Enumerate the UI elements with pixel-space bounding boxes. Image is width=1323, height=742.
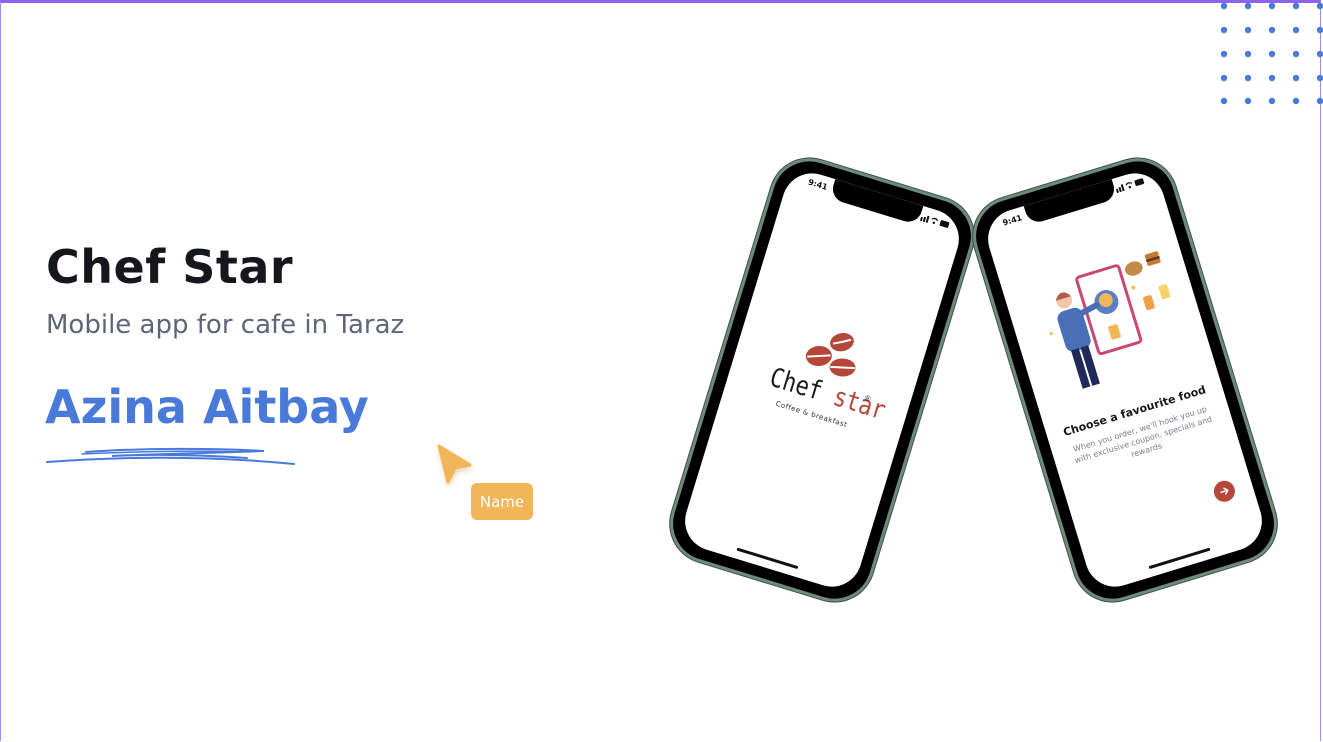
next-button[interactable] [1211,478,1238,505]
phone-frame: 9:41 Choose a favourite food When you or… [963,148,1287,612]
phone-mockup-splash: 9:41 Chef star ® Coffee & breakfast [660,148,984,612]
phone-notch [829,179,924,226]
phone-frame: 9:41 Chef star ® Coffee & breakfast [660,148,984,612]
underline-scribble [46,447,295,465]
phone-mockup-onboarding: 9:41 Choose a favourite food When you or… [963,148,1287,612]
status-battery-icon [1115,178,1145,194]
phone-notch [1023,179,1118,226]
status-time: 9:41 [807,177,829,192]
status-time: 9:41 [1001,213,1024,228]
home-indicator [736,547,799,570]
status-battery-icon [919,215,950,228]
project-title: Chef Star [46,240,294,294]
splash-screen: 9:41 Chef star ® Coffee & breakfast [677,165,967,595]
project-subtitle: Mobile app for cafe in Taraz [46,310,405,340]
home-indicator [1148,547,1211,570]
cursor-arrow-icon [437,444,472,484]
name-tag-label: Name [471,483,533,520]
dot-grid-decoration [1220,2,1323,105]
chef-star-logo: Chef star ® Coffee & breakfast [766,312,889,429]
onboarding-screen: 9:41 Choose a favourite food When you or… [980,165,1270,595]
food-choice-illustration [1049,251,1171,389]
author-name: Azina Aitbay [45,380,369,434]
arrow-right-icon [1220,487,1229,495]
